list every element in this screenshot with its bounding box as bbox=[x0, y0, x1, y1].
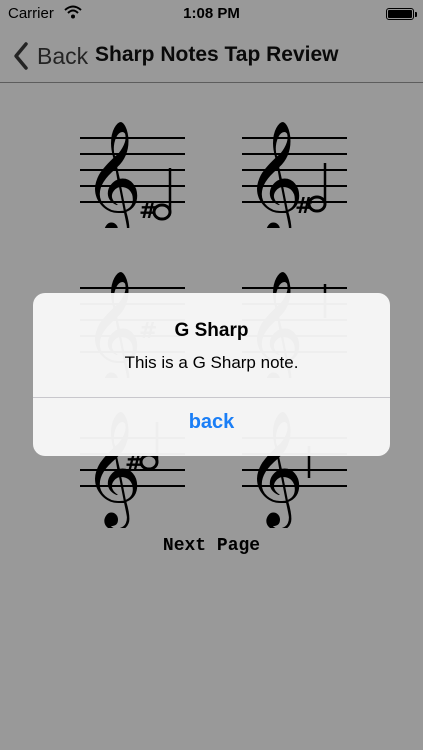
alert-message: This is a G Sharp note. bbox=[124, 353, 299, 372]
alert-title: G Sharp bbox=[174, 320, 249, 341]
alert-dialog: G Sharp This is a G Sharp note. back bbox=[33, 293, 390, 456]
alert-back-button[interactable]: back bbox=[33, 398, 390, 456]
